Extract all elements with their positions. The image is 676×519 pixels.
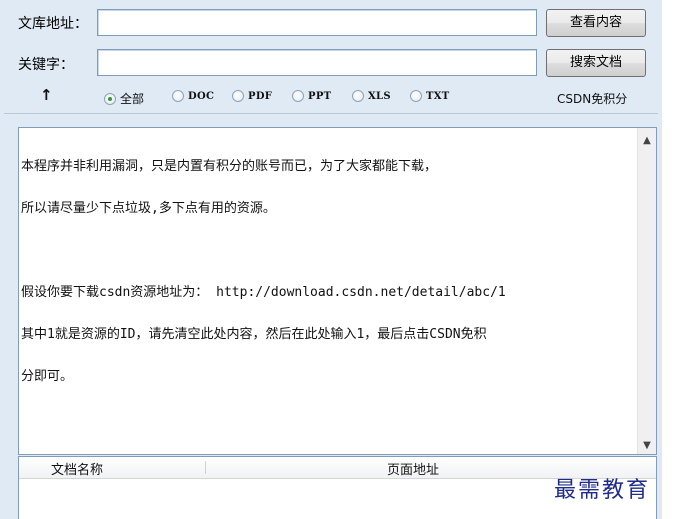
- main-window: 文库地址： 查看内容 关键字： 搜索文档 ↑ 全部 DOC PDF PPT XL…: [0, 0, 662, 519]
- content-text: 本程序并非利用漏洞，只是内置有积分的账号而已，为了大家都能下载， 所以请尽量少下…: [21, 132, 636, 412]
- url-input[interactable]: [97, 9, 537, 36]
- column-header-page-url[interactable]: 页面地址: [387, 459, 439, 478]
- radio-circle-icon[interactable]: [104, 92, 116, 105]
- radio-ppt[interactable]: PPT: [292, 90, 331, 102]
- radio-label: DOC: [188, 90, 215, 102]
- radio-doc[interactable]: DOC: [172, 90, 214, 102]
- view-content-button[interactable]: 查看内容: [546, 9, 646, 37]
- csdn-free-points-label[interactable]: CSDN免积分: [557, 90, 627, 107]
- column-header-document-name[interactable]: 文档名称: [51, 459, 103, 478]
- radio-label: PPT: [308, 90, 332, 102]
- keyword-input[interactable]: [97, 49, 537, 76]
- scroll-up-icon[interactable]: ▲: [638, 132, 656, 149]
- radio-circle-icon[interactable]: [352, 90, 364, 102]
- radio-label: TXT: [426, 90, 450, 102]
- content-line: 所以请尽量少下点垃圾,多下点有用的资源。: [21, 201, 276, 216]
- group-divider: [4, 113, 658, 120]
- content-line: 本程序并非利用漏洞，只是内置有积分的账号而已，为了大家都能下载，: [21, 159, 438, 174]
- radio-pdf[interactable]: PDF: [232, 90, 272, 102]
- content-line: 分即可。: [21, 369, 74, 384]
- content-line: 假设你要下载csdn资源地址为： http://download.csdn.ne…: [21, 285, 506, 300]
- radio-circle-icon[interactable]: [232, 90, 244, 102]
- radio-circle-icon[interactable]: [292, 90, 304, 102]
- radio-circle-icon[interactable]: [172, 90, 184, 102]
- url-label: 文库地址：: [18, 16, 88, 32]
- radio-label: PDF: [248, 90, 273, 102]
- content-line: 其中1就是资源的ID，请先清空此处内容，然后在此处输入1，最后点击CSDN免积: [21, 327, 487, 342]
- content-textarea[interactable]: 本程序并非利用漏洞，只是内置有积分的账号而已，为了大家都能下载， 所以请尽量少下…: [18, 127, 657, 455]
- radio-label: XLS: [368, 90, 391, 102]
- vertical-scrollbar[interactable]: ▲ ▼: [637, 128, 656, 454]
- column-divider: [205, 461, 206, 474]
- radio-xls[interactable]: XLS: [352, 90, 391, 102]
- window-edge: [662, 0, 676, 519]
- radio-all[interactable]: 全部: [104, 90, 144, 107]
- search-documents-button[interactable]: 搜索文档: [546, 49, 646, 77]
- radio-circle-icon[interactable]: [410, 90, 422, 102]
- radio-txt[interactable]: TXT: [410, 90, 450, 102]
- keyword-label: 关键字：: [18, 57, 74, 73]
- radio-label: 全部: [120, 92, 145, 106]
- scroll-down-icon[interactable]: ▼: [638, 437, 656, 454]
- content-line: [21, 244, 636, 258]
- watermark: 最需教育: [554, 478, 651, 503]
